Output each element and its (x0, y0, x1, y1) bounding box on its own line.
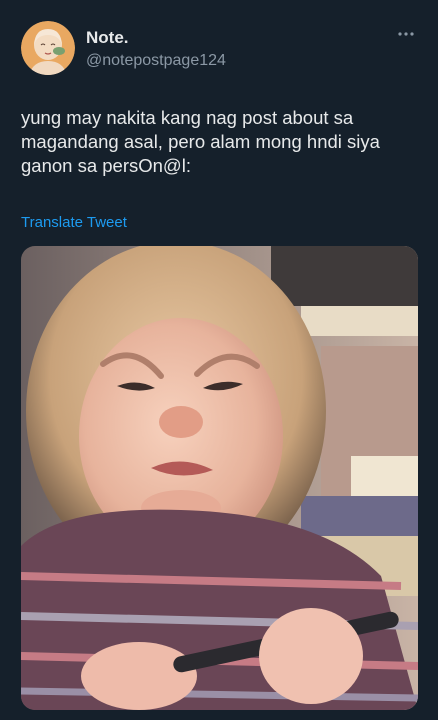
avatar[interactable] (21, 21, 75, 75)
display-name[interactable]: Note. (86, 28, 226, 48)
tweet-text: yung may nakita kang nag post about sa m… (21, 107, 380, 176)
avatar-illustration (21, 21, 75, 75)
more-horizontal-icon[interactable] (396, 26, 416, 40)
tweet: Note. @notepostpage124 yung may nakita k… (0, 0, 438, 720)
user-handle[interactable]: @notepostpage124 (86, 50, 226, 72)
author-info: Note. @notepostpage124 (86, 28, 226, 72)
child-grimace-photo (21, 246, 418, 710)
tweet-media-image[interactable] (21, 246, 418, 710)
translate-tweet-link[interactable]: Translate Tweet (21, 213, 127, 233)
